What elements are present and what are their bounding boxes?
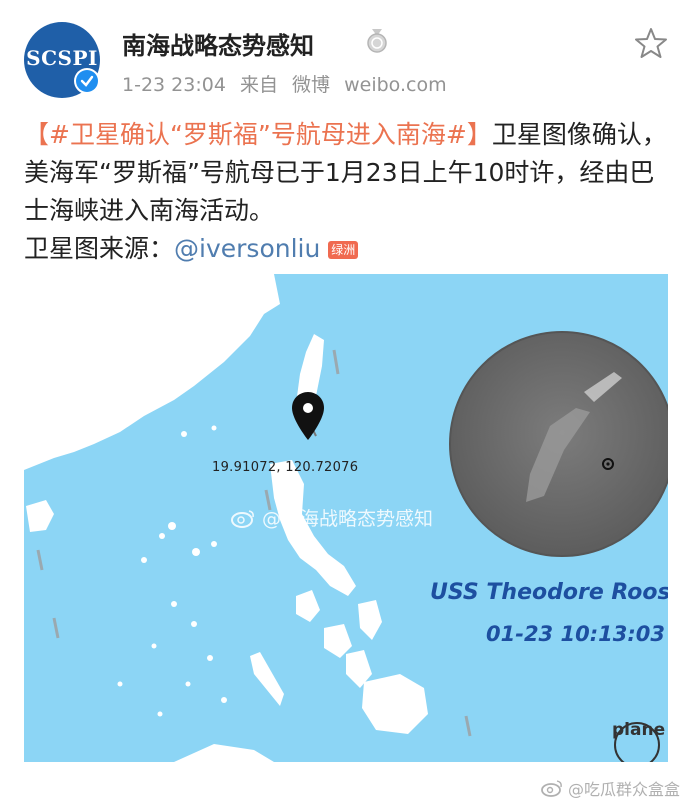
ship-name-label: USS Theodore Roosev: [430, 580, 668, 605]
image-watermark-text: @南海战略态势感知: [262, 508, 434, 530]
satellite-image[interactable]: 19.91072, 120.72076 @南海战略态势感知 USS Theodo…: [24, 274, 668, 762]
satellite-inset: [449, 331, 668, 557]
post-meta: 1-23 23:04 来自 微博 weibo.com: [122, 70, 455, 97]
mention-link[interactable]: @iversonliu: [174, 234, 320, 263]
author-name[interactable]: 南海战略态势感知: [122, 26, 314, 61]
planet-brand-text: plane: [612, 720, 666, 740]
topic-link[interactable]: #卫星确认“罗斯福”号航母进入南海#: [49, 120, 467, 149]
favorite-star-icon[interactable]: [634, 26, 668, 60]
verified-badge-icon: [74, 68, 100, 94]
post-time: 1-23 23:04: [122, 74, 226, 96]
weibo-logo-icon: [231, 509, 254, 528]
source-prefix: 来自: [239, 74, 278, 96]
bracket-open: 【: [24, 120, 50, 149]
bracket-close: 】: [466, 120, 492, 149]
source-domain[interactable]: weibo.com: [344, 74, 446, 96]
medal-icon: [367, 29, 387, 53]
oasis-badge-icon[interactable]: 绿洲: [328, 241, 359, 259]
ship-timestamp-label: 01-23 10:13:03: [486, 622, 665, 646]
avatar-logo-text: SCSPI: [26, 46, 98, 70]
source-name: 微博: [292, 74, 331, 96]
footer-watermark: @吃瓜群众盒盒: [540, 776, 680, 800]
image-source-label: 卫星图来源：: [24, 234, 175, 263]
image-watermark: @南海战略态势感知: [230, 504, 433, 531]
footer-watermark-text: @吃瓜群众盒盒: [568, 780, 681, 799]
post-text: 【#卫星确认“罗斯福”号航母进入南海#】卫星图像确认，美海军“罗斯福”号航母已于…: [24, 116, 668, 268]
weibo-logo-icon: [541, 780, 562, 797]
coordinates-label: 19.91072, 120.72076: [212, 460, 359, 475]
